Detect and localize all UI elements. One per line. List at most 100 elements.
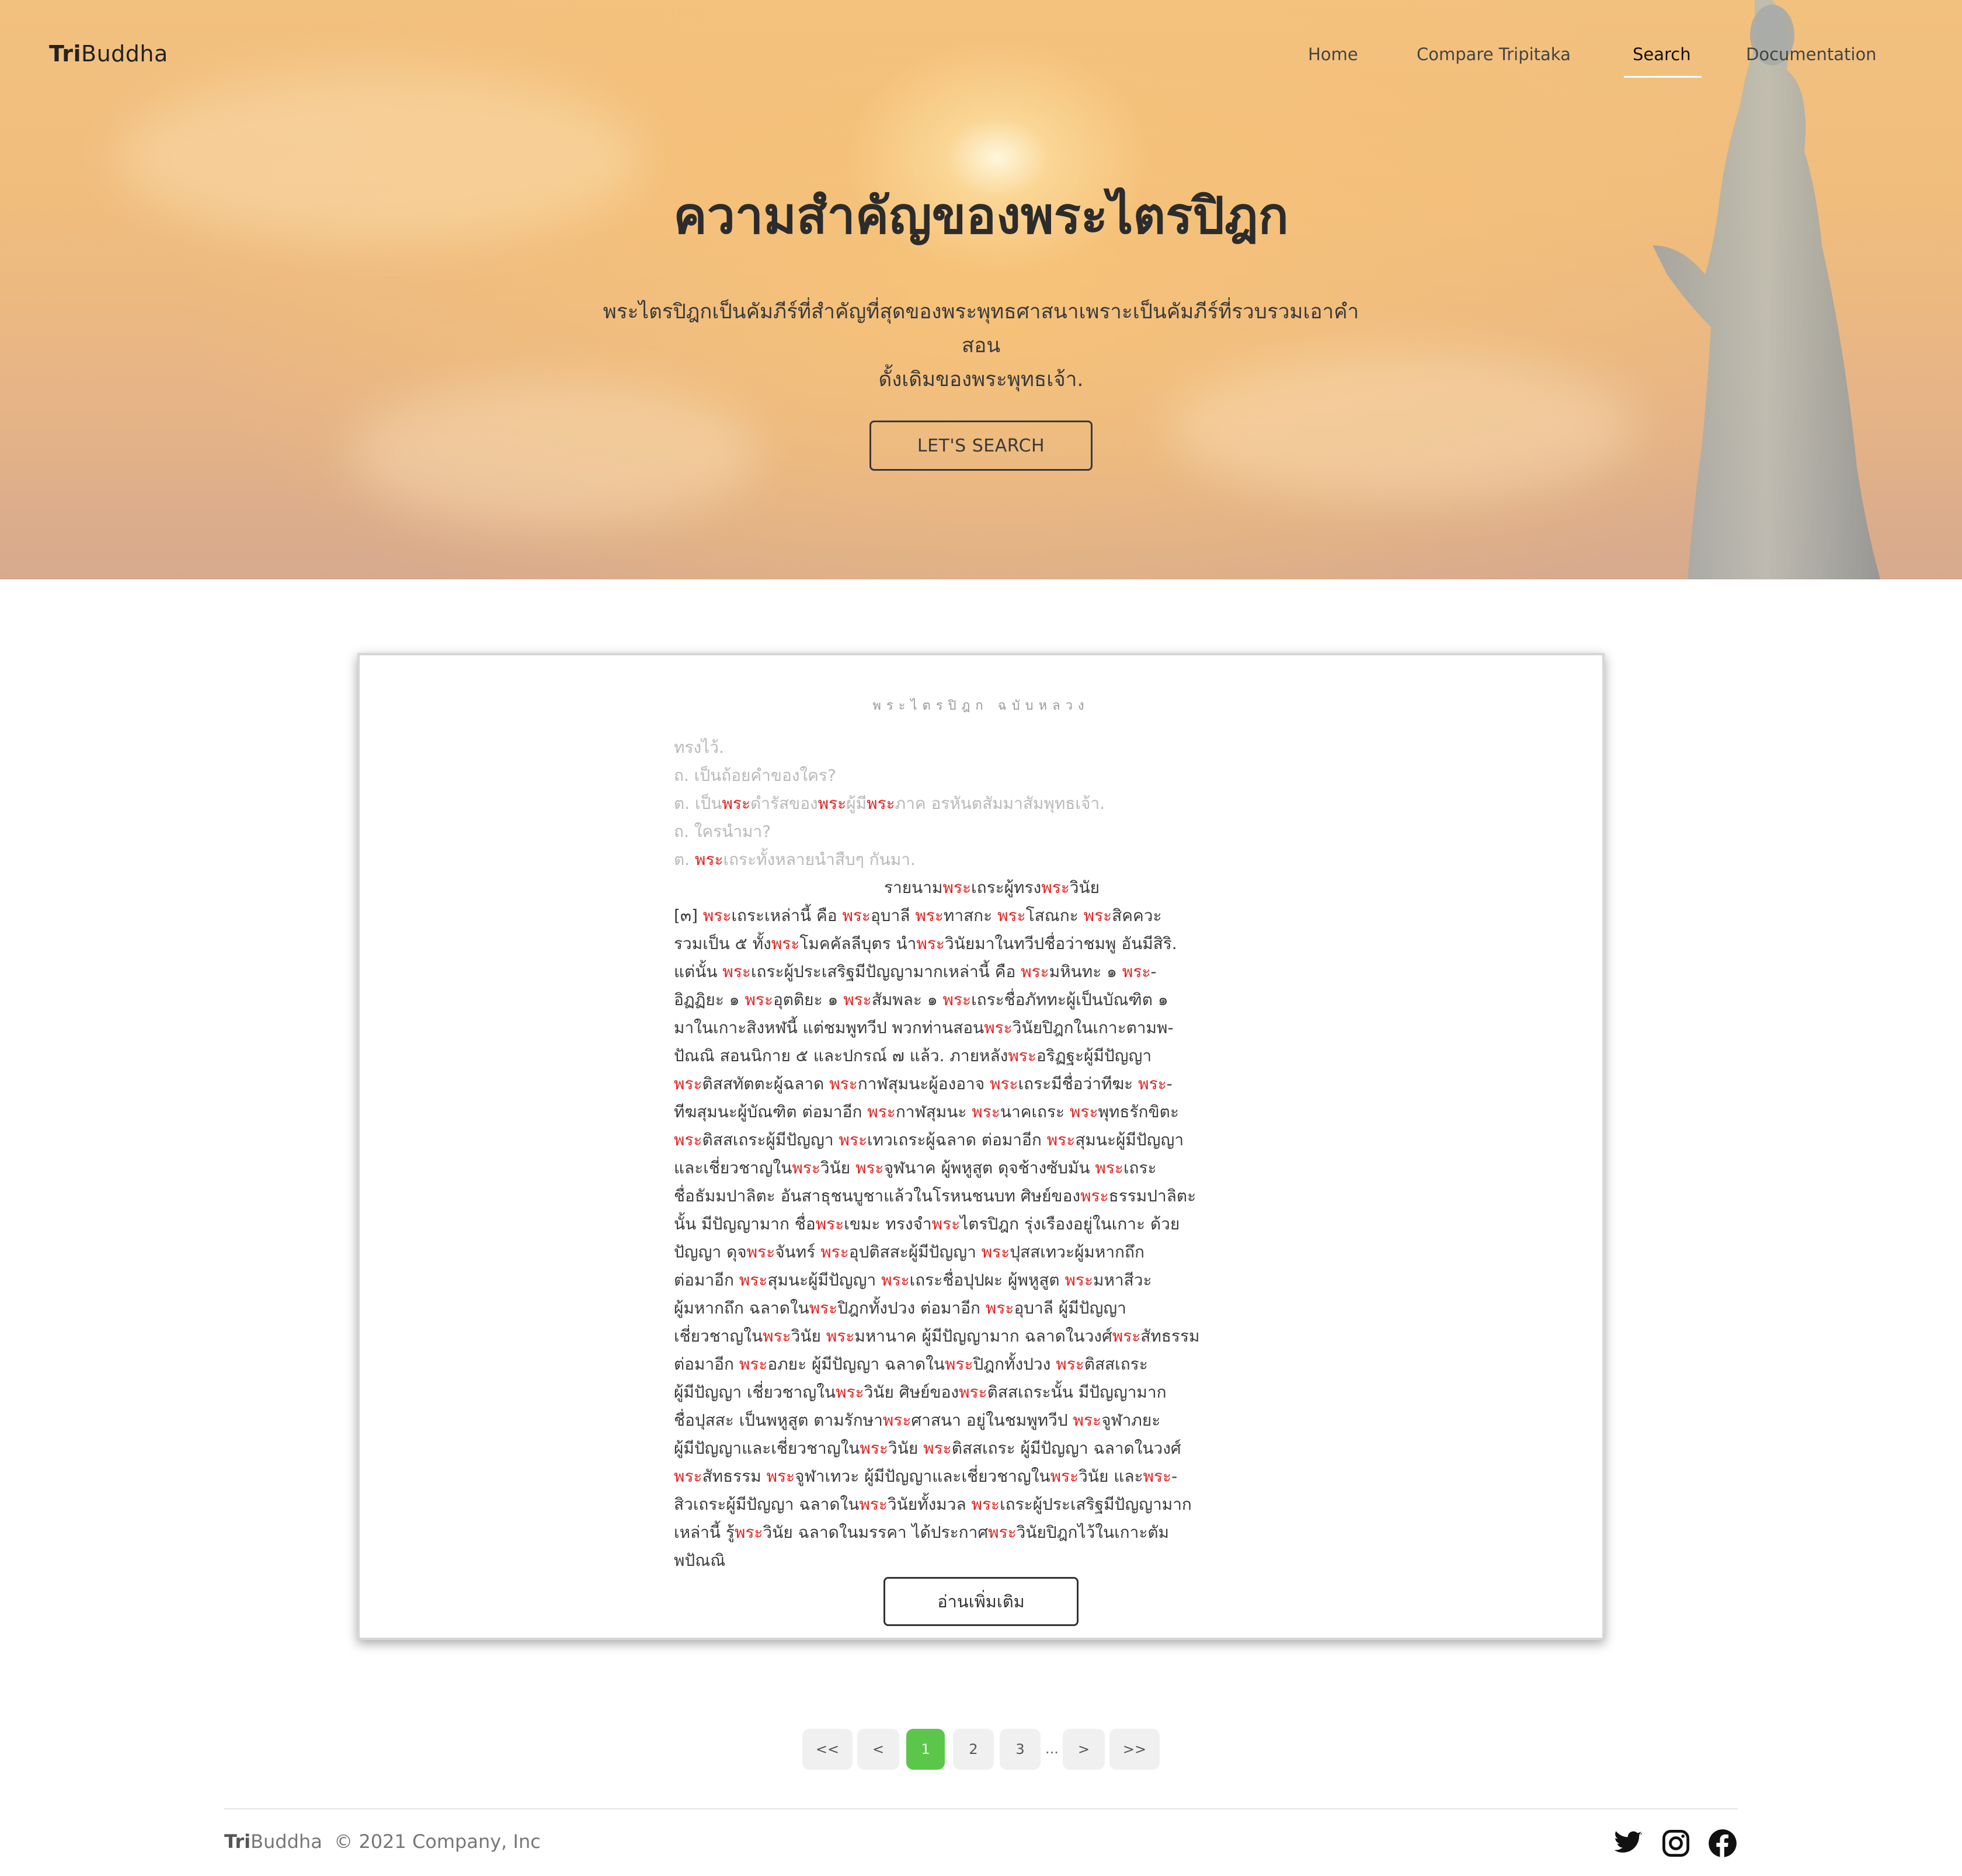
nav-compare-tripitaka[interactable]: Compare Tripitaka [1417, 44, 1571, 64]
search-highlight: พระ [674, 1467, 702, 1486]
hero-subtitle-line: ดั้งเดิมของพระพุทธเจ้า. [878, 368, 1084, 391]
search-highlight: พระ [916, 934, 945, 953]
hero-subtitle-line: พระไตรปิฎกเป็นคัมภีร์ที่สำคัญที่สุดของพร… [603, 300, 1359, 357]
search-highlight: พระ [843, 990, 872, 1009]
search-highlight: พระ [860, 1439, 888, 1458]
result-text-line: ปัญญา ดุจพระจันทร์ พระอุปติสสะผู้มีปัญญา… [674, 1242, 1144, 1262]
search-highlight: พระ [990, 1074, 1018, 1093]
search-highlight: พระ [867, 794, 895, 813]
search-highlight: พระ [1041, 878, 1070, 897]
footer-copyright: TriBuddha © 2021 Company, Inc [224, 1830, 541, 1853]
result-text-line: ผู้มหากถึก ฉลาดในพระปิฎกทั้งปวง ต่อมาอีก… [674, 1298, 1126, 1318]
nav-active-underline [1624, 76, 1702, 78]
result-text-line: นั้น มีปัญญามาก ชื่อพระเขมะ ทรงจำพระไตรป… [674, 1214, 1180, 1234]
search-highlight: พระ [915, 906, 944, 925]
result-text-line: ทีฆสุมนะผู้บัณฑิต ต่อมาอีก พระกาฬสุมนะ พ… [674, 1102, 1179, 1121]
search-highlight: พระ [942, 878, 972, 897]
result-text-line: พระติสสทัตตะผู้ฉลาด พระกาฬสุมนะผู้องอาจ … [674, 1074, 1173, 1093]
search-highlight: พระ [1080, 1186, 1109, 1205]
result-text-line: ผู้มีปัญญา เชี่ยวชาญในพระวินัย ศิษย์ของพ… [674, 1382, 1167, 1402]
first-page-button[interactable]: << [802, 1729, 853, 1770]
result-text-line: รวมเป็น ๕ ทั้งพระโมคคัลลีบุตร นำพระวินัย… [674, 934, 1177, 953]
page-button-2[interactable]: 2 [953, 1729, 994, 1770]
twitter-icon[interactable] [1613, 1828, 1643, 1858]
hero-subtitle: พระไตรปิฎกเป็นคัมภีร์ที่สำคัญที่สุดของพร… [601, 295, 1361, 397]
search-highlight: พระ [766, 1467, 795, 1486]
nav-home[interactable]: Home [1308, 44, 1358, 64]
search-highlight: พระ [842, 906, 871, 925]
result-text-line: ทรงไว้. [674, 738, 724, 757]
result-source-heading: พระไตรปิฎก ฉบับหลวง [872, 699, 1090, 713]
prev-page-button[interactable]: < [857, 1729, 899, 1770]
result-text-line: ชื่อปุสสะ เป็นพหูสูต ตามรักษาพระศาสนา อย… [674, 1411, 1161, 1430]
result-text-line: ถ. ใครนำมา? [674, 822, 771, 841]
search-highlight: พระ [836, 1382, 864, 1402]
search-highlight: พระ [1122, 962, 1151, 981]
result-text-line: สิวเถระผู้มีปัญญา ฉลาดในพระวินัยทั้งมวล … [674, 1495, 1192, 1514]
search-highlight: พระ [839, 1130, 868, 1149]
result-text-line: รายนามพระเถระผู้ทรงพระวินัย [884, 878, 1100, 897]
search-highlight: พระ [1073, 1411, 1102, 1430]
search-highlight: พระ [829, 1074, 858, 1093]
next-page-button[interactable]: > [1063, 1729, 1105, 1770]
brand-logo[interactable]: TriBuddha [49, 41, 168, 67]
search-highlight: พระ [739, 1354, 768, 1374]
footer-divider [224, 1808, 1738, 1809]
result-text-line: อิฏฏิยะ ๑ พระอุตติยะ ๑ พระสัมพละ ๑ พระเถ… [674, 990, 1168, 1009]
search-highlight: พระ [855, 1158, 884, 1177]
result-text-line: ผู้มีปัญญาและเชี่ยวชาญในพระวินัย พระติสส… [674, 1439, 1181, 1458]
search-highlight: พระ [809, 1298, 838, 1318]
search-highlight: พระ [674, 1130, 702, 1149]
search-highlight: พระ [694, 850, 723, 869]
search-highlight: พระ [820, 1242, 849, 1262]
result-text-line: ต่อมาอีก พระสุมนะผู้มีปัญญา พระเถระชื่อป… [674, 1270, 1152, 1290]
search-highlight: พระ [944, 1354, 973, 1374]
lets-search-button[interactable]: LET'S SEARCH [869, 421, 1093, 471]
search-highlight: พระ [792, 1158, 820, 1177]
search-highlight: พระ [1095, 1158, 1123, 1177]
hero-banner: TriBuddha Home Compare Tripitaka Search … [0, 0, 1962, 579]
result-text-line: และเชี่ยวชาญในพระวินัย พระจูฬนาค ผู้พหูส… [674, 1158, 1157, 1177]
search-highlight: พระ [859, 1495, 888, 1514]
result-text-line: ต่อมาอีก พระอภยะ ผู้มีปัญญา ฉลาดในพระปิฎ… [674, 1354, 1148, 1374]
pagination-ellipsis: ... [1045, 1740, 1059, 1757]
search-highlight: พระ [931, 1214, 961, 1234]
search-highlight: พระ [702, 906, 732, 925]
search-highlight: พระ [988, 1523, 1017, 1542]
result-text-line: มาในเกาะสิงหฬนี้ แต่ชมพูทวีป พวกท่านสอนพ… [674, 1018, 1174, 1037]
hero-title: ความสำคัญของพระไตรปิฎก [673, 186, 1289, 245]
search-highlight: พระ [763, 1326, 791, 1346]
result-text-line: ถ. เป็นถ้อยคำของใคร? [674, 766, 836, 785]
search-highlight: พระ [1050, 1467, 1079, 1486]
search-highlight: พระ [881, 1270, 910, 1290]
search-highlight: พระ [745, 990, 773, 1009]
search-highlight: พระ [972, 1102, 1000, 1121]
instagram-icon[interactable] [1661, 1828, 1691, 1858]
pagination: << < 1 2 3 ... > >> [0, 1729, 1962, 1770]
search-highlight: พระ [981, 1242, 1010, 1262]
search-highlight: พระ [984, 1018, 1013, 1037]
nav-search[interactable]: Search [1633, 44, 1691, 64]
search-highlight: พระ [815, 1214, 844, 1234]
search-highlight: พระ [674, 1074, 702, 1093]
page-button-3[interactable]: 3 [1000, 1729, 1041, 1770]
result-text: ทรงไว้. ถ. เป็นถ้อยคำของใคร? ต. เป็นพระดำร… [674, 734, 1258, 1633]
search-highlight: พระ [1112, 1326, 1141, 1346]
search-highlight: พระ [923, 1439, 952, 1458]
read-more-button[interactable]: อ่านเพิ่มเติม [883, 1577, 1079, 1626]
search-highlight: พระ [1069, 1102, 1098, 1121]
nav-documentation[interactable]: Documentation [1746, 44, 1877, 64]
search-highlight: พระ [1065, 1270, 1094, 1290]
page-button-1[interactable]: 1 [906, 1729, 945, 1770]
search-highlight: พระ [867, 1102, 896, 1121]
facebook-icon[interactable] [1707, 1828, 1738, 1858]
search-highlight: พระ [959, 1382, 987, 1402]
result-text-line: ชื่อธัมมปาลิตะ อันสาธุชนบูชาแล้วในโรหนชน… [674, 1186, 1196, 1205]
result-text-line: พระสัทธรรม พระจูฬาเทวะ ผู้มีปัญญาและเชี่… [674, 1467, 1178, 1486]
last-page-button[interactable]: >> [1109, 1729, 1160, 1770]
search-highlight: พระ [1056, 1354, 1084, 1374]
search-highlight: พระ [971, 1495, 1000, 1514]
search-highlight: พระ [1021, 962, 1049, 981]
search-highlight: พระ [942, 990, 972, 1009]
search-highlight: พระ [1008, 1046, 1036, 1065]
